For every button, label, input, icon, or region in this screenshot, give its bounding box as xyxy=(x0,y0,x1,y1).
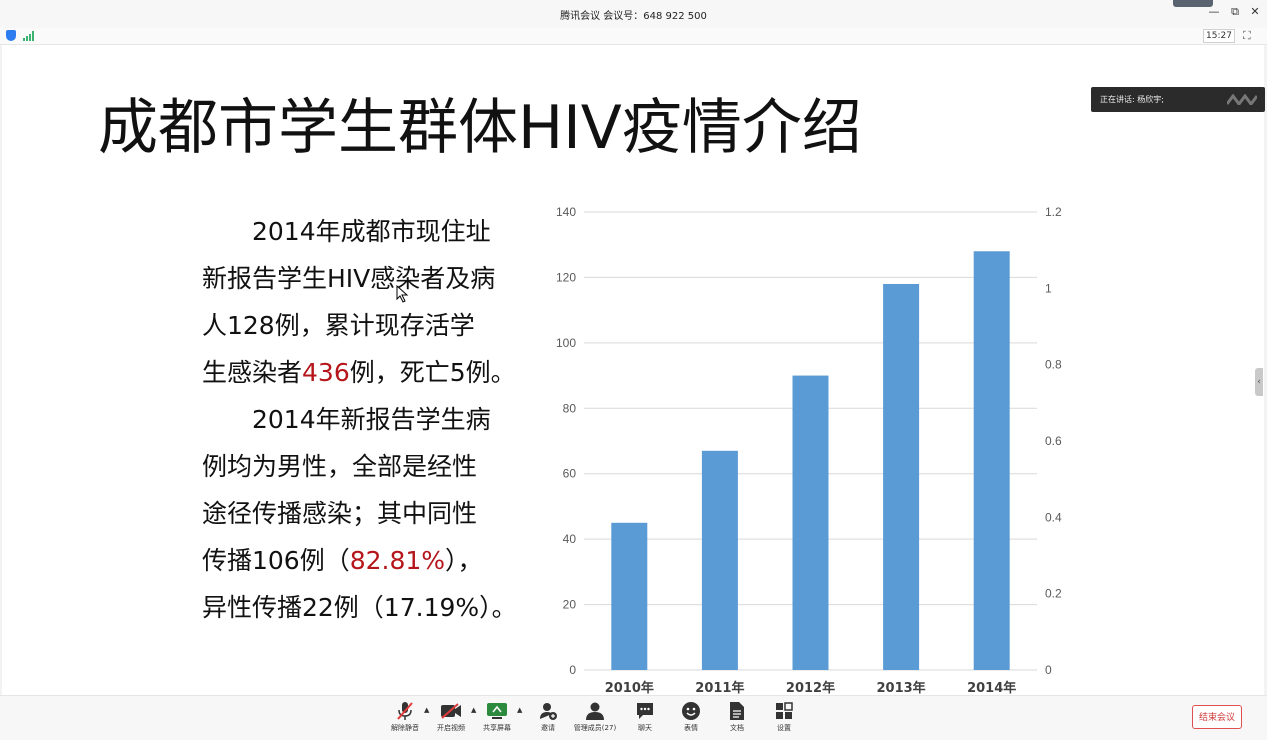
collapse-sidebar-tab[interactable]: ‹ xyxy=(1255,368,1263,396)
y2-tick-label: 1 xyxy=(1045,281,1052,295)
meeting-toolbar: 解除静音 ▲ 开启视频 ▲ 共享屏幕 ▲ 邀请 管理成员(27) 聊天 表情 文… xyxy=(0,695,1267,740)
slide-body-text: 2014年成都市现住址 新报告学生HIV感染者及病 人128例，累计现存活学 生感染者… xyxy=(202,208,542,631)
slide-text-line: 人128例，累计现存活学 xyxy=(202,302,542,349)
invite-button[interactable]: 邀请 xyxy=(525,701,571,733)
meeting-info-bar: 15:27 ⛶ xyxy=(0,28,1267,45)
restore-button[interactable]: ⧉ xyxy=(1228,5,1242,19)
minimize-button[interactable]: — xyxy=(1207,5,1221,18)
slide-title: 成都市学生群体HIV疫情介绍 xyxy=(98,93,862,163)
text-segment: ）， xyxy=(445,546,483,575)
share-screen-label: 共享屏幕 xyxy=(483,724,511,732)
end-meeting-button[interactable]: 结束会议 xyxy=(1192,705,1242,729)
unmute-button[interactable]: 解除静音 xyxy=(382,701,428,733)
settings-button[interactable]: 设置 xyxy=(761,701,807,733)
x-tick-label: 2011年 xyxy=(695,680,744,695)
share-screen-icon xyxy=(474,701,520,721)
y2-tick-label: 0.4 xyxy=(1045,510,1062,524)
window-title: 腾讯会议 会议号：648 922 500 xyxy=(560,11,707,22)
slide-text-line: 2014年新报告学生病 xyxy=(202,396,542,443)
y2-tick-label: 0.2 xyxy=(1045,587,1062,601)
manage-members-button[interactable]: 管理成员(27) xyxy=(572,701,618,733)
text-segment: 例均为男性，全部是经性 xyxy=(202,452,478,481)
text-segment: 2014年新报告学生病 xyxy=(202,405,491,434)
y-tick-label: 100 xyxy=(556,336,576,350)
y-tick-label: 20 xyxy=(563,598,577,612)
slide-text-line: 新报告学生HIV感染者及病 xyxy=(202,255,542,302)
settings-label: 设置 xyxy=(777,724,791,732)
chat-icon xyxy=(622,701,668,721)
text-segment: 人128例，累计现存活学 xyxy=(202,311,475,340)
text-segment: 生感染者 xyxy=(202,358,303,387)
x-tick-label: 2014年 xyxy=(967,680,1016,695)
bar xyxy=(701,450,738,670)
invite-icon xyxy=(525,701,571,721)
audio-wave-icon xyxy=(1227,94,1257,105)
meeting-timer: 15:27 xyxy=(1203,29,1235,43)
document-icon xyxy=(714,701,760,721)
window-titlebar: 腾讯会议 会议号：648 922 500 — ⧉ ✕ xyxy=(0,0,1267,28)
y2-tick-label: 0.8 xyxy=(1045,358,1062,372)
y-tick-label: 80 xyxy=(563,401,577,415)
text-segment: 新报告学生HIV感染者及病 xyxy=(202,264,496,293)
reactions-label: 表情 xyxy=(684,724,698,732)
slide-text-line: 异性传播22例（17.19%）。 xyxy=(202,584,542,631)
muted-mic-icon xyxy=(382,701,428,721)
y-tick-label: 60 xyxy=(563,467,577,481)
text-segment: 异性传播22例（17.19%）。 xyxy=(202,593,517,622)
x-tick-label: 2012年 xyxy=(786,680,835,695)
slide-text-line: 例均为男性，全部是经性 xyxy=(202,443,542,490)
speaking-indicator: 正在讲话: 杨欣宇; xyxy=(1091,87,1265,112)
bar-chart: 0 20 40 60 80 100 120 140 0 0.2 0.4 0.6 0.8 1 1.2 2010年… xyxy=(556,205,1062,695)
bar xyxy=(611,522,648,670)
documents-button[interactable]: 文档 xyxy=(714,701,760,733)
text-segment: 途径传播感染；其中同性 xyxy=(202,499,478,528)
y-tick-label: 120 xyxy=(556,270,576,284)
slide-text-line: 途径传播感染；其中同性 xyxy=(202,490,542,537)
highlighted-number: 82.81% xyxy=(349,546,446,575)
y-tick-label: 40 xyxy=(563,532,577,546)
shared-slide: 成都市学生群体HIV疫情介绍 2014年成都市现住址 新报告学生HIV感染者及病人… xyxy=(2,45,1264,695)
x-tick-label: 2010年 xyxy=(605,680,654,695)
speaking-label: 正在讲话: 杨欣宇; xyxy=(1100,95,1164,104)
video-off-icon xyxy=(428,701,474,721)
reactions-button[interactable]: 表情 xyxy=(668,701,714,733)
bar xyxy=(792,375,829,670)
manage-members-label: 管理成员(27) xyxy=(573,724,617,732)
bar xyxy=(883,283,920,670)
chat-button[interactable]: 聊天 xyxy=(622,701,668,733)
y-tick-label: 140 xyxy=(556,205,576,219)
unmute-label: 解除静音 xyxy=(391,724,419,732)
network-signal-icon[interactable] xyxy=(23,31,35,41)
mouse-cursor-icon xyxy=(396,285,409,303)
text-segment: 传播106例（ xyxy=(202,546,350,575)
start-video-label: 开启视频 xyxy=(437,724,465,732)
y2-tick-label: 0 xyxy=(1045,663,1052,677)
chat-label: 聊天 xyxy=(638,724,652,732)
y2-tick-label: 0.6 xyxy=(1045,434,1062,448)
share-options-caret[interactable]: ▲ xyxy=(517,706,522,714)
bar xyxy=(973,251,1010,670)
members-icon xyxy=(572,701,618,721)
start-video-button[interactable]: 开启视频 xyxy=(428,701,474,733)
slide-text-line: 2014年成都市现住址 xyxy=(202,208,542,255)
documents-label: 文档 xyxy=(730,724,744,732)
text-segment: 例，死亡5例。 xyxy=(349,358,516,387)
fullscreen-icon[interactable]: ⛶ xyxy=(1243,29,1251,43)
close-button[interactable]: ✕ xyxy=(1248,5,1262,18)
emoji-icon xyxy=(668,701,714,721)
slide-text-line: 传播106例（82.81%）， xyxy=(202,537,542,584)
share-screen-button[interactable]: 共享屏幕 xyxy=(474,701,520,733)
y-tick-label: 0 xyxy=(569,663,576,677)
x-tick-label: 2013年 xyxy=(877,680,926,695)
security-shield-icon[interactable] xyxy=(6,30,16,41)
highlighted-number: 436 xyxy=(302,358,350,387)
slide-text-line: 生感染者436例，死亡5例。 xyxy=(202,349,542,396)
y2-tick-label: 1.2 xyxy=(1045,205,1062,219)
invite-label: 邀请 xyxy=(541,724,555,732)
text-segment: 2014年成都市现住址 xyxy=(202,217,491,246)
settings-icon xyxy=(761,701,807,721)
